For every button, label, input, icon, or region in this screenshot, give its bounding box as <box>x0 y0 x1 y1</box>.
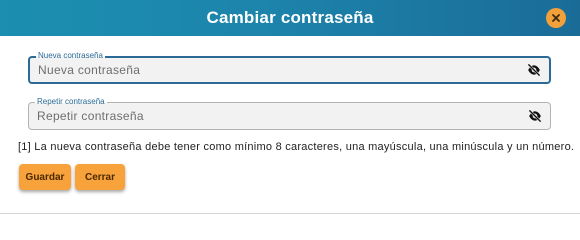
eye-off-icon[interactable] <box>527 63 541 77</box>
new-password-input[interactable] <box>38 58 518 82</box>
footer-divider <box>0 213 580 214</box>
dialog-title: Cambiar contraseña <box>206 8 374 27</box>
close-dialog-button[interactable]: Cerrar <box>75 164 125 190</box>
eye-off-icon[interactable] <box>528 109 542 123</box>
repeat-password-field: Repetir contraseña <box>28 97 551 130</box>
new-password-field: Nueva contraseña <box>28 51 551 84</box>
close-button[interactable] <box>546 8 566 28</box>
dialog-header: Cambiar contraseña <box>0 0 580 36</box>
repeat-password-input[interactable] <box>37 103 517 129</box>
save-button[interactable]: Guardar <box>19 164 71 190</box>
close-icon <box>552 14 560 22</box>
password-requirements-note: [1] La nueva contraseña debe tener como … <box>18 141 575 153</box>
